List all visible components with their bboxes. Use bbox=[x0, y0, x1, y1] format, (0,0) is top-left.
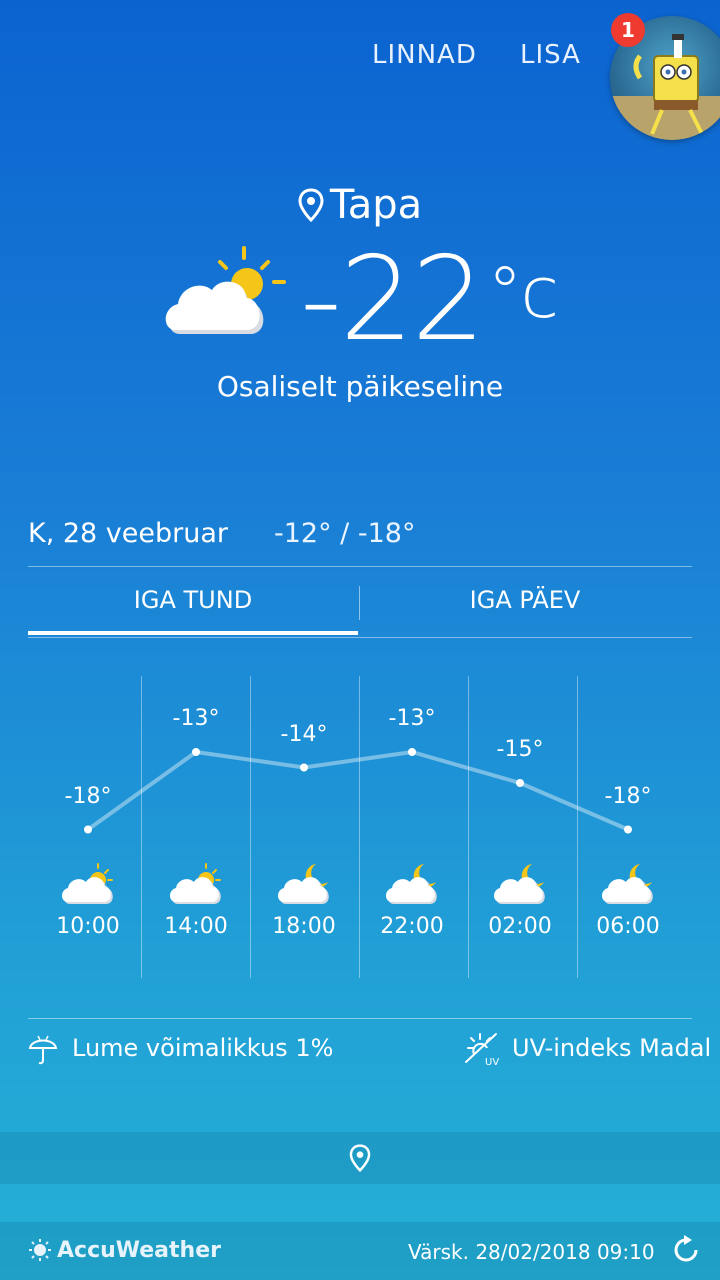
cloud-moon-icon bbox=[602, 864, 653, 904]
cloud-moon-icon bbox=[386, 864, 437, 904]
location-title[interactable]: Tapa bbox=[0, 182, 720, 228]
cloud-sun-icon bbox=[62, 863, 113, 904]
hourly-temperature: -13° bbox=[172, 706, 220, 731]
last-updated: Värsk. 28/02/2018 09:10 bbox=[408, 1240, 655, 1264]
active-tab-indicator bbox=[28, 631, 358, 635]
temperature-point bbox=[624, 825, 632, 834]
uv-index: UV-indeks Madal bbox=[512, 1034, 712, 1062]
partly-sunny-icon bbox=[165, 246, 286, 334]
divider bbox=[28, 1018, 692, 1019]
condition-text: Osaliselt päikeseline bbox=[216, 370, 504, 403]
hourly-temperature: -14° bbox=[280, 721, 328, 747]
temperature-point bbox=[516, 779, 524, 787]
temperature-unit: °c bbox=[487, 252, 558, 334]
hourly-temperature: -18° bbox=[64, 783, 112, 809]
snow-chance: Lume võimalikkus 1% bbox=[72, 1034, 334, 1062]
hourly-temperature: -15° bbox=[496, 737, 544, 762]
hourly-time: 06:00 bbox=[596, 914, 660, 939]
notification-badge: 1 bbox=[611, 13, 645, 47]
temperature-trend-line bbox=[86, 749, 629, 832]
cloud-moon-icon bbox=[494, 864, 545, 904]
hourly-time: 10:00 bbox=[56, 914, 120, 939]
hourly-temperature-chart bbox=[84, 748, 632, 834]
forecast-date: K, 28 veebruar bbox=[28, 518, 229, 549]
temperature-point bbox=[300, 763, 308, 772]
cloud-sun-icon bbox=[170, 863, 221, 904]
location-pin-icon bbox=[298, 188, 324, 223]
hourly-temperature: -18° bbox=[604, 783, 652, 809]
hi-lo-temperature: -12° / -18° bbox=[274, 518, 416, 549]
current-temperature: -22°c bbox=[300, 232, 559, 367]
temperature-point bbox=[408, 748, 416, 756]
accuweather-logo[interactable]: AccuWeather bbox=[57, 1238, 221, 1263]
divider bbox=[28, 566, 692, 567]
location-bar[interactable] bbox=[0, 1132, 720, 1184]
tab-hourly[interactable]: IGA TUND bbox=[28, 586, 358, 614]
accuweather-sun-icon bbox=[29, 1239, 51, 1261]
location-pin-icon bbox=[349, 1144, 371, 1172]
tab-daily[interactable]: IGA PÄEV bbox=[360, 586, 690, 614]
cities-link[interactable]: LINNAD bbox=[372, 40, 477, 70]
divider bbox=[28, 637, 692, 638]
hourly-temperature: -13° bbox=[388, 706, 436, 731]
hourly-time: 02:00 bbox=[488, 914, 552, 939]
refresh-icon[interactable] bbox=[670, 1234, 702, 1266]
umbrella-icon bbox=[28, 1035, 58, 1065]
hourly-time: 22:00 bbox=[380, 914, 444, 939]
temperature-point bbox=[192, 748, 200, 756]
uv-index-icon: UV bbox=[465, 1033, 499, 1068]
hourly-time: 14:00 bbox=[164, 914, 228, 939]
hourly-time: 18:00 bbox=[272, 914, 336, 939]
cloud-moon-icon bbox=[278, 864, 329, 904]
location-name: Tapa bbox=[329, 182, 423, 228]
svg-text:UV: UV bbox=[485, 1057, 499, 1068]
temperature-point bbox=[84, 825, 92, 834]
more-link[interactable]: LISA bbox=[520, 40, 581, 70]
